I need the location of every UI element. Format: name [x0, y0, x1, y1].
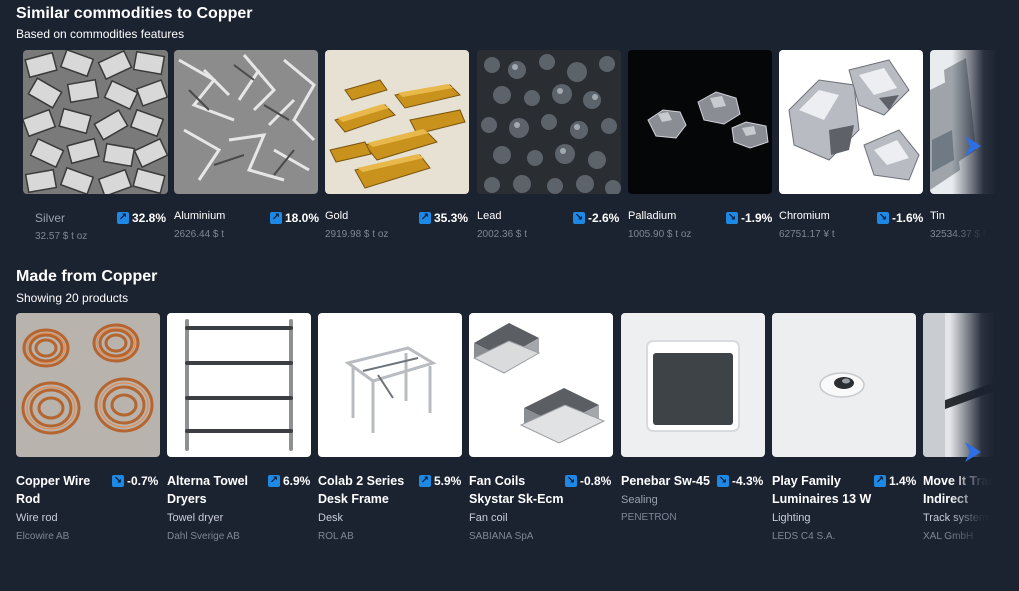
product-change: ↗ 5.9%: [419, 474, 462, 488]
commodity-price: 2626.44 $ t: [174, 229, 225, 240]
commodity-name: Gold: [325, 210, 349, 222]
arrow-down-right-icon: ↘: [573, 212, 585, 224]
commodity-name: Silver: [35, 211, 66, 225]
product-type: Wire rod: [16, 512, 58, 524]
product-maker: PENETRON: [621, 512, 677, 523]
arrow-up-right-icon: ↗: [117, 212, 129, 224]
commodity-price: 62751.17 ¥ t: [779, 229, 835, 240]
chromium-chunks-image: [779, 50, 923, 194]
product-type: Desk: [318, 512, 344, 524]
palladium-nuggets-image: [628, 50, 772, 194]
gold-bars-image: [325, 50, 469, 194]
copper-coils-image: [16, 313, 160, 457]
product-name: Alterna Towel Dryers: [167, 474, 249, 506]
arrow-up-right-icon: ↗: [419, 475, 431, 487]
section-title: Similar commodities to Copper: [16, 5, 253, 22]
product-maker: SABIANA SpA: [469, 531, 534, 542]
commodity-name: Chromium: [779, 210, 830, 222]
commodity-change: ↘ -2.6%: [573, 211, 620, 225]
product-maker: ROL AB: [318, 531, 354, 542]
product-name: Fan Coils Skystar Sk-Ecm: [469, 474, 564, 506]
carousel-fade: [950, 313, 995, 553]
product-maker: LEDS C4 S.A.: [772, 531, 836, 542]
product-change: ↘ -0.7%: [112, 474, 159, 488]
arrow-down-right-icon: ↘: [726, 212, 738, 224]
product-type: Lighting: [772, 512, 811, 524]
section-title: Made from Copper: [16, 268, 158, 285]
product-maker: Elcowire AB: [16, 531, 70, 542]
arrow-up-right-icon: ↗: [270, 212, 282, 224]
arrow-down-right-icon: ↘: [112, 475, 124, 487]
commodity-name: Aluminium: [174, 210, 226, 222]
luminaire-image: [772, 313, 916, 457]
arrow-down-right-icon: ↘: [717, 475, 729, 487]
commodity-change: ↘ -1.6%: [877, 211, 924, 225]
carousel-next-button[interactable]: [958, 132, 986, 160]
commodity-price: 32.57 $ t oz: [35, 231, 88, 242]
commodity-name: Tin: [930, 210, 945, 222]
arrow-up-right-icon: ↗: [268, 475, 280, 487]
commodity-name: Lead: [477, 210, 502, 222]
fan-coil-image: [469, 313, 613, 457]
arrow-down-right-icon: ↘: [877, 212, 889, 224]
commodity-price: 1005.90 $ t oz: [628, 229, 692, 240]
aluminium-scrap-image: [174, 50, 318, 194]
product-name: Copper Wire Rod: [16, 474, 91, 506]
sealing-strip-image: [621, 313, 765, 457]
commodity-change: ↗ 32.8%: [117, 211, 167, 225]
chevron-right-icon: [965, 136, 981, 156]
product-change: ↘ -0.8%: [565, 474, 612, 488]
carousel-next-button[interactable]: [958, 438, 986, 466]
arrow-down-right-icon: ↘: [565, 475, 577, 487]
section-subtitle: Based on commodities features: [16, 27, 185, 41]
product-change: ↘ -4.3%: [717, 474, 764, 488]
commodity-price: 2919.98 $ t oz: [325, 229, 389, 240]
silver-ingots-image: [23, 50, 168, 194]
commodity-price: 2002.36 $ t: [477, 229, 528, 240]
similar-commodities-section: Similar commodities to Copper Based on c…: [0, 0, 1019, 260]
product-type: Towel dryer: [167, 512, 224, 524]
towel-dryer-image: [167, 313, 311, 457]
commodity-change: ↘ -1.9%: [726, 211, 773, 225]
product-name: Colab 2 Series Desk Frame: [318, 474, 405, 506]
commodity-change: ↗ 35.3%: [419, 211, 469, 225]
product-maker: Dahl Sverige AB: [167, 531, 240, 542]
product-change: ↗ 1.4%: [874, 474, 917, 488]
arrow-up-right-icon: ↗: [419, 212, 431, 224]
product-name: Penebar Sw-45: [621, 474, 710, 488]
section-subtitle: Showing 20 products: [16, 291, 129, 305]
lead-pellets-image: [477, 50, 621, 194]
product-type: Sealing: [621, 494, 658, 506]
product-carousel: Copper Wire Rod ↘ -0.7% Wire rod Elcowir…: [0, 313, 1000, 553]
desk-frame-image: [318, 313, 462, 457]
product-change: ↗ 6.9%: [268, 474, 311, 488]
product-name: Play Family Luminaires 13 W: [772, 474, 872, 506]
made-from-section: Made from Copper Showing 20 products Cop…: [0, 262, 1019, 591]
product-type: Fan coil: [469, 512, 508, 524]
commodity-carousel: Silver ↗ 32.8% 32.57 $ t oz Aluminium ↗ …: [0, 50, 1000, 290]
commodity-change: ↗ 18.0%: [270, 211, 320, 225]
arrow-up-right-icon: ↗: [874, 475, 886, 487]
commodity-name: Palladium: [628, 210, 677, 222]
chevron-right-icon: [965, 442, 981, 462]
